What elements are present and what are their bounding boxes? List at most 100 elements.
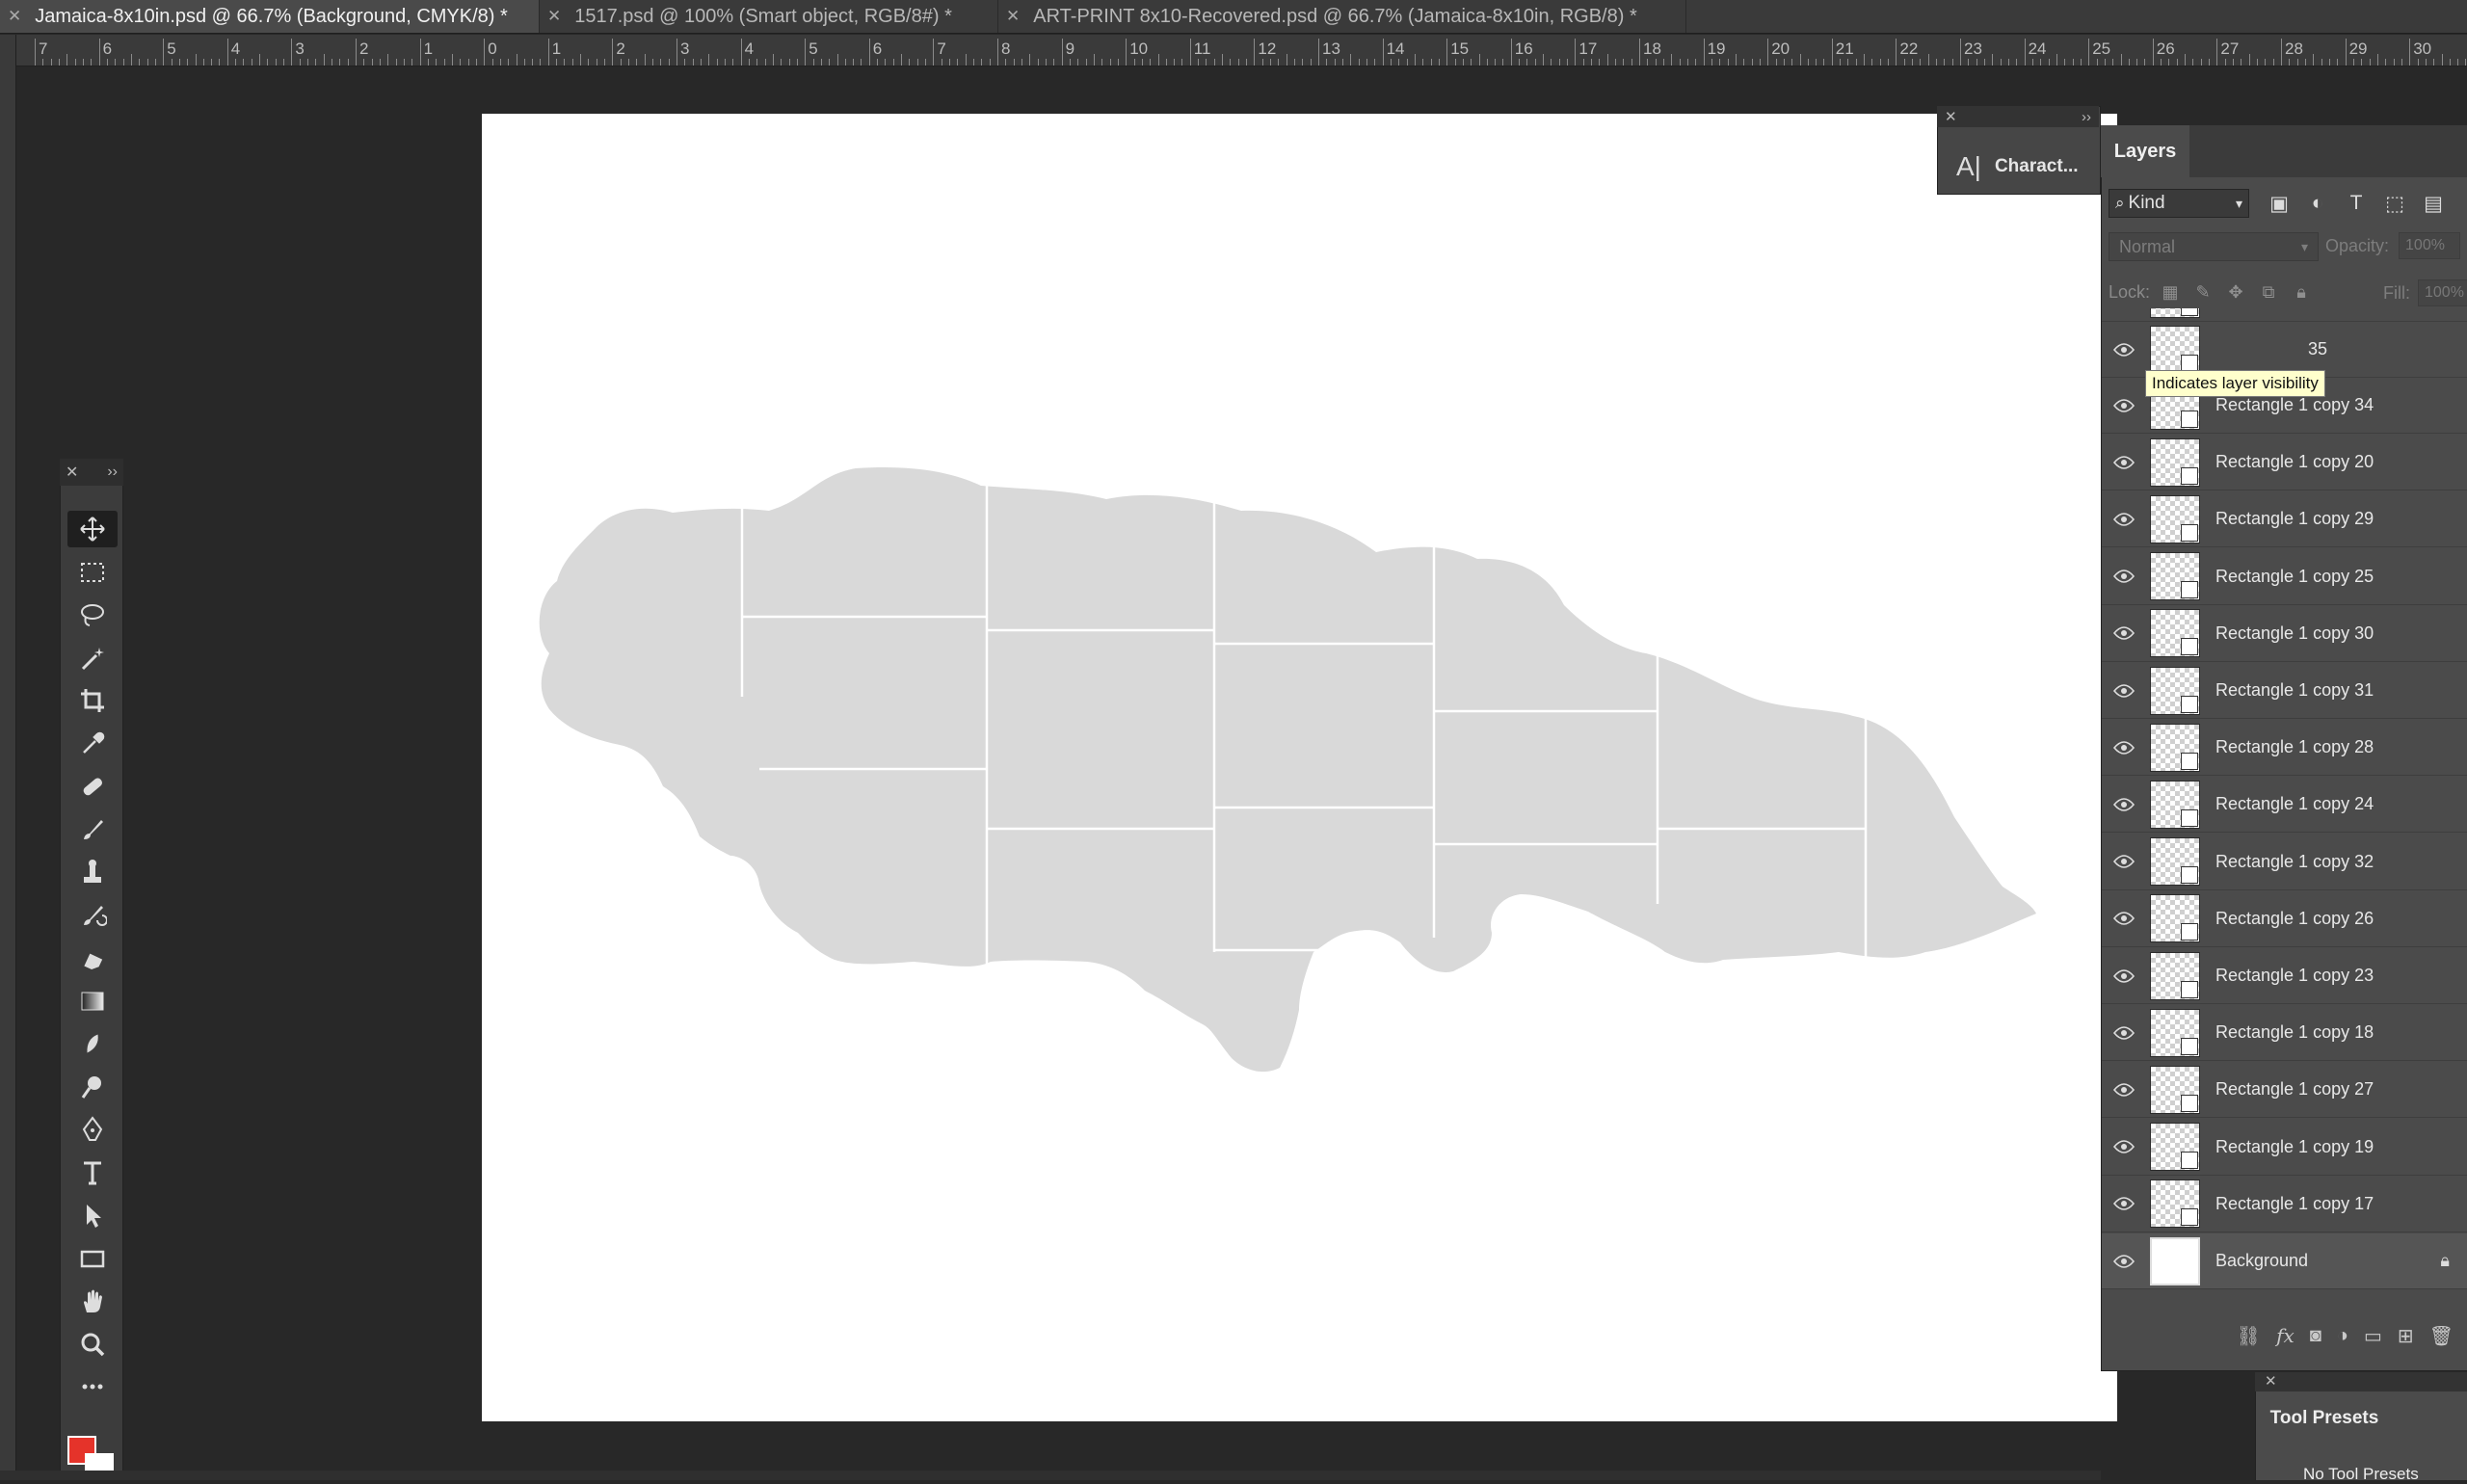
- rectangle-tool-icon[interactable]: [67, 1240, 118, 1277]
- eye-icon[interactable]: [2102, 570, 2146, 583]
- layer-filter-select[interactable]: ⌕ Kind ▾: [2109, 189, 2249, 218]
- close-icon[interactable]: ✕: [547, 7, 561, 26]
- jamaica-map[interactable]: [528, 451, 2070, 1106]
- lock-transparency-icon[interactable]: ▦: [2158, 279, 2183, 305]
- layer-row[interactable]: Rectangle 1 copy 17: [2102, 1177, 2467, 1232]
- vertical-ruler[interactable]: [0, 35, 16, 1480]
- trash-icon[interactable]: 🗑︎: [2429, 1324, 2454, 1348]
- ruler-tick: [1912, 59, 1914, 66]
- lock-pixels-icon[interactable]: ✎: [2190, 279, 2215, 305]
- history-brush-icon[interactable]: [67, 897, 118, 934]
- adjustment-filter-icon[interactable]: ◐: [2303, 189, 2332, 218]
- type-filter-icon[interactable]: T: [2342, 189, 2371, 218]
- eye-icon[interactable]: [2102, 855, 2146, 868]
- marquee-tool-icon[interactable]: [67, 554, 118, 591]
- close-icon[interactable]: ✕: [2265, 1373, 2277, 1390]
- eraser-icon[interactable]: [67, 940, 118, 976]
- ruler-tick: [419, 39, 421, 66]
- layer-row[interactable]: Rectangle 1 copy 23: [2102, 948, 2467, 1004]
- path-selection-icon[interactable]: [67, 1197, 118, 1233]
- new-group-icon[interactable]: ▭: [2364, 1324, 2382, 1348]
- dodge-tool-icon[interactable]: [67, 1069, 118, 1105]
- layer-style-icon[interactable]: fx: [2276, 1324, 2295, 1347]
- shape-filter-icon[interactable]: ⬚: [2380, 189, 2409, 218]
- tab-layers[interactable]: Layers: [2101, 125, 2189, 177]
- layer-name: Rectangle 1 copy 18: [2215, 1022, 2374, 1043]
- pen-tool-icon[interactable]: [67, 1111, 118, 1148]
- eye-icon[interactable]: [2102, 683, 2146, 698]
- character-panel-button[interactable]: A| Charact...: [1956, 148, 2079, 185]
- eye-icon[interactable]: [2102, 1083, 2146, 1097]
- blur-tool-icon[interactable]: [67, 1025, 118, 1062]
- eye-icon[interactable]: [2102, 342, 2146, 357]
- magic-wand-icon[interactable]: [67, 640, 118, 676]
- close-icon[interactable]: ✕: [66, 463, 78, 482]
- layer-row[interactable]: Rectangle 1 copy 26: [2102, 891, 2467, 947]
- gradient-tool-icon[interactable]: [67, 983, 118, 1020]
- layer-row[interactable]: Rectangle 1 copy 31: [2102, 663, 2467, 719]
- tab-tool-presets[interactable]: Tool Presets: [2259, 1395, 2390, 1442]
- layer-row-background[interactable]: Background 🔒︎: [2102, 1233, 2467, 1289]
- layer-row[interactable]: Rectangle 1 copy 19: [2102, 1120, 2467, 1176]
- layer-row[interactable]: Rectangle 1 copy 28: [2102, 720, 2467, 777]
- close-icon[interactable]: ✕: [8, 7, 21, 26]
- fill-control[interactable]: Fill: 100%: [2383, 279, 2467, 306]
- eye-icon[interactable]: [2102, 398, 2146, 412]
- new-layer-icon[interactable]: ⊞: [2398, 1324, 2414, 1348]
- lasso-tool-icon[interactable]: [67, 596, 118, 633]
- eyedropper-icon[interactable]: [67, 726, 118, 762]
- adjustment-layer-icon[interactable]: ◑: [2337, 1325, 2348, 1347]
- layer-row[interactable]: Rectangle 1 copy 30: [2102, 606, 2467, 662]
- fill-field[interactable]: 100%: [2418, 279, 2467, 306]
- move-tool-icon[interactable]: [67, 511, 118, 547]
- blend-mode-select[interactable]: Normal ▾: [2109, 232, 2319, 261]
- eye-icon[interactable]: [2102, 1025, 2146, 1040]
- layer-row[interactable]: Rectangle 1 copy 18: [2102, 1005, 2467, 1062]
- layer-row[interactable]: Rectangle 1 copy 20: [2102, 435, 2467, 491]
- eye-icon[interactable]: [2102, 1197, 2146, 1211]
- lock-all-icon[interactable]: 🔒︎: [2289, 279, 2314, 305]
- tab-1517[interactable]: ✕ 1517.psd @ 100% (Smart object, RGB/8#)…: [540, 0, 998, 33]
- eye-icon[interactable]: [2102, 798, 2146, 811]
- tab-jamaica[interactable]: ✕ Jamaica-8x10in.psd @ 66.7% (Background…: [0, 0, 540, 33]
- hand-tool-icon[interactable]: [67, 1283, 118, 1319]
- tab-art-print[interactable]: ✕ ART-PRINT 8x10-Recovered.psd @ 66.7% (…: [998, 0, 1686, 33]
- layer-row[interactable]: Rectangle 1 copy 25: [2102, 549, 2467, 605]
- eye-icon[interactable]: [2102, 740, 2146, 755]
- expand-icon[interactable]: ››: [2082, 109, 2091, 125]
- opacity-field[interactable]: 100%: [2399, 232, 2461, 259]
- more-tools-icon[interactable]: [67, 1368, 118, 1405]
- lock-position-icon[interactable]: ✥: [2223, 279, 2248, 305]
- ruler-tick: [299, 59, 301, 66]
- eye-icon[interactable]: [2102, 1140, 2146, 1153]
- eye-icon[interactable]: [2102, 513, 2146, 526]
- zoom-tool-icon[interactable]: [67, 1326, 118, 1363]
- crop-tool-icon[interactable]: [67, 682, 118, 719]
- eye-icon[interactable]: [2102, 455, 2146, 469]
- expand-icon[interactable]: ››: [107, 464, 118, 481]
- layer-row[interactable]: Rectangle 1 copy 36: [2102, 308, 2467, 322]
- type-tool-icon[interactable]: [67, 1154, 118, 1191]
- ruler-number: 19: [1707, 40, 1726, 58]
- layer-row[interactable]: Rectangle 1 copy 24: [2102, 777, 2467, 834]
- layer-mask-icon[interactable]: ◙: [2310, 1325, 2321, 1347]
- healing-brush-icon[interactable]: [67, 768, 118, 805]
- ruler-number: 13: [1322, 40, 1340, 58]
- brush-tool-icon[interactable]: [67, 811, 118, 848]
- layer-row[interactable]: Rectangle 1 copy 29: [2102, 491, 2467, 548]
- close-icon[interactable]: ✕: [1945, 108, 1957, 125]
- eye-icon[interactable]: [2102, 1254, 2146, 1268]
- smart-object-filter-icon[interactable]: ▤: [2419, 189, 2448, 218]
- pixel-filter-icon[interactable]: ▣: [2265, 189, 2294, 218]
- close-icon[interactable]: ✕: [1006, 7, 1020, 26]
- horizontal-ruler[interactable]: 7 6 5 4 3 2 1 0 1 2 3 4 5 6 7 8 9 10 11 12 13 14 15 16 17 18 19 20 2…: [15, 35, 2467, 66]
- eye-icon[interactable]: [2102, 626, 2146, 641]
- eye-icon[interactable]: [2102, 968, 2146, 983]
- clone-stamp-icon[interactable]: [67, 854, 118, 890]
- layer-row[interactable]: Rectangle 1 copy 32: [2102, 835, 2467, 890]
- eye-icon[interactable]: [2102, 912, 2146, 926]
- layer-row[interactable]: Rectangle 1 copy 27: [2102, 1062, 2467, 1119]
- lock-artboard-icon[interactable]: ⧉: [2256, 279, 2281, 305]
- opacity-control[interactable]: Opacity: 100%: [2325, 232, 2461, 259]
- link-layers-icon[interactable]: ⛓: [2237, 1324, 2261, 1348]
